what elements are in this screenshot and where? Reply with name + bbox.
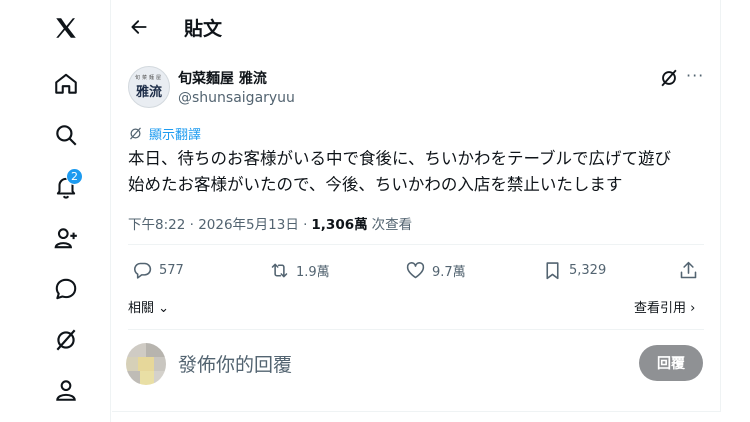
heart-icon	[406, 262, 425, 279]
reply-submit-button[interactable]: 回覆	[639, 345, 703, 381]
related-label: 相關	[128, 301, 155, 316]
people-add-icon[interactable]	[48, 220, 84, 256]
views-label: 次查看	[371, 217, 413, 233]
repost-icon	[271, 263, 288, 278]
views-count: 1,306萬	[311, 217, 368, 233]
post-detail-column: 貼文 旬菜麵屋 雅流 旬菜麵屋 雅流 @shunsaigaryuu ··· 顯示…	[112, 0, 720, 412]
show-translation-link[interactable]: 顯示翻譯	[128, 124, 201, 143]
reply-button[interactable]: 577	[132, 260, 184, 281]
bookmark-button[interactable]: 5,329	[542, 260, 606, 281]
x-logo-icon[interactable]	[48, 10, 84, 46]
translate-icon	[130, 127, 141, 140]
share-button[interactable]	[678, 260, 699, 281]
page-title: 貼文	[184, 18, 223, 40]
related-dropdown[interactable]: 相關 ⌄	[128, 297, 169, 316]
bookmark-icon	[546, 262, 559, 280]
share-icon	[680, 261, 697, 279]
left-nav-rail: 2	[0, 0, 111, 422]
reply-icon	[133, 262, 152, 279]
grok-icon[interactable]	[48, 322, 84, 358]
view-quotes-label: 查看引用	[634, 301, 687, 316]
post-body-line-2: 始めたお客様がいたので、今後、ちいかわの入店を禁止いたします	[128, 175, 623, 194]
more-options-icon[interactable]: ···	[686, 66, 704, 85]
repost-count: 1.9萬	[296, 265, 330, 280]
post-body-line-1: 本日、待ちのお客様がいる中で食後に、ちいかわをテーブルで広げて遊び	[128, 149, 672, 168]
reply-count: 577	[159, 263, 184, 278]
author-handle[interactable]: @shunsaigaryuu	[178, 90, 295, 106]
author-display-name[interactable]: 旬菜麵屋 雅流	[178, 68, 267, 88]
divider	[128, 329, 704, 330]
notifications-badge: 2	[66, 168, 83, 185]
user-avatar-pixelated[interactable]	[126, 343, 166, 385]
grok-explain-icon[interactable]	[658, 67, 680, 89]
avatar-text-small: 旬菜麵屋	[134, 75, 163, 81]
chevron-down-icon: ⌄	[154, 301, 170, 316]
author-avatar[interactable]: 旬菜麵屋 雅流	[128, 66, 170, 108]
bookmark-count: 5,329	[569, 263, 607, 278]
translation-label: 顯示翻譯	[149, 128, 202, 143]
like-button[interactable]: 9.7萬	[405, 260, 466, 281]
search-icon[interactable]	[48, 117, 84, 153]
avatar-text-big: 雅流	[135, 85, 162, 100]
repost-button[interactable]: 1.9萬	[269, 260, 330, 281]
profile-icon[interactable]	[48, 372, 84, 408]
home-icon[interactable]	[48, 66, 84, 102]
page-header: 貼文	[112, 0, 720, 52]
post-body: 本日、待ちのお客様がいる中で食後に、ちいかわをテーブルで広げて遊び 始めたお客様…	[128, 146, 712, 198]
like-count: 9.7萬	[432, 265, 466, 280]
post-timestamp[interactable]: 下午8:22 · 2026年5月13日 ·	[128, 213, 307, 233]
post-meta: 下午8:22 · 2026年5月13日 · 1,306萬 次查看	[128, 213, 412, 233]
back-arrow-icon[interactable]	[126, 14, 152, 40]
divider	[128, 244, 704, 245]
reply-input[interactable]: 發佈你的回覆	[178, 350, 292, 377]
messages-icon[interactable]	[48, 271, 84, 307]
divider	[720, 0, 721, 412]
view-quotes-link[interactable]: 查看引用 ›	[634, 297, 695, 316]
chevron-right-icon: ›	[686, 301, 696, 316]
